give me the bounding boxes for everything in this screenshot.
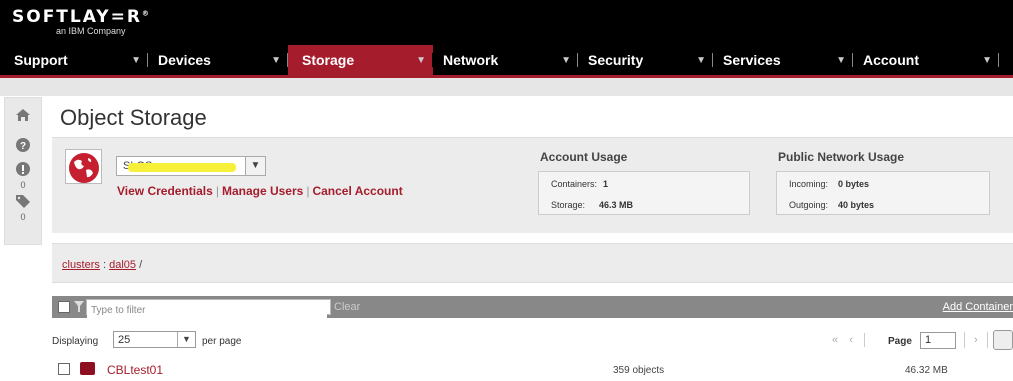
incoming-value: 0 bytes [838,179,870,189]
filter-toolbar: Clear Add Container [52,296,1013,318]
outgoing-label: Outgoing: [789,200,829,210]
storage-row: Storage: 46.3 MB [551,200,633,210]
page-label: Page [888,336,912,347]
outgoing-value: 40 bytes [838,200,875,210]
alerts-icon[interactable]: 0 [5,162,41,190]
pager-divider [863,333,865,347]
incoming-label: Incoming: [789,179,829,189]
table-row[interactable]: CBLtest01 359 objects 46.32 MB [52,360,1013,381]
per-page-label: per page [202,336,242,347]
softlayer-logo[interactable]: SOFTLAY=R® [12,7,149,27]
incoming-row: Incoming: 0 bytes [789,179,869,189]
breadcrumb-separator: : [102,259,107,271]
nav-storage-label: Storage [302,52,355,68]
nav-services-label: Services [723,52,781,68]
tags-icon[interactable]: 0 [5,194,41,222]
pager-divider [987,332,988,348]
select-all-checkbox[interactable] [58,301,70,313]
nav-account-label: Account [863,52,919,68]
main-nav: Support ▼ Devices ▼ Storage ▼ Network ▼ … [0,45,1013,75]
chevron-down-icon[interactable]: ▼ [271,45,288,75]
account-usage-heading: Account Usage [540,150,628,164]
chevron-down-icon[interactable]: ▼ [177,332,195,347]
alerts-count: 0 [20,180,26,190]
logo-tagline: an IBM Company [56,26,126,36]
row-checkbox[interactable] [58,363,70,375]
first-page-icon[interactable]: « [832,334,838,346]
container-object-count: 359 objects [613,365,665,376]
nav-security[interactable]: Security ▼ [578,45,713,75]
nav-account[interactable]: Account ▼ [853,45,1003,75]
add-container-link[interactable]: Add Container [943,301,1013,313]
chevron-down-icon[interactable]: ▼ [561,45,578,75]
nav-security-label: Security [588,52,644,68]
subheader-bar [0,78,1013,96]
account-links: View Credentials | Manage Users | Cancel Acc… [117,184,403,198]
left-quick-bar: ? 0 0 [4,97,42,245]
top-header: SOFTLAY=R® an IBM Company Support ▼ Devi… [0,0,1013,75]
cancel-account-link[interactable]: Cancel Account [312,184,402,198]
svg-text:?: ? [20,141,26,152]
chevron-down-icon[interactable]: ▼ [245,157,265,175]
pager-divider [964,332,965,348]
container-icon [80,362,95,375]
prev-page-icon[interactable]: ‹ [849,334,853,346]
nav-devices[interactable]: Devices ▼ [148,45,288,75]
breadcrumb-clusters[interactable]: clusters [62,259,100,271]
nav-support[interactable]: Support ▼ [0,45,148,75]
container-name-link[interactable]: CBLtest01 [107,363,163,377]
help-icon[interactable]: ? [5,138,41,157]
breadcrumb-path: clusters : dal05 / [62,259,142,271]
displaying-label: Displaying [52,336,99,347]
nav-services[interactable]: Services ▼ [713,45,853,75]
page-number-input[interactable]: 1 [920,332,956,349]
network-usage-box: Incoming: 0 bytes Outgoing: 40 bytes [776,171,990,215]
nav-devices-label: Devices [158,52,211,68]
containers-value: 1 [603,179,609,189]
tags-count: 0 [20,212,26,222]
chevron-down-icon[interactable]: ▼ [416,45,433,75]
nav-network[interactable]: Network ▼ [433,45,578,75]
nav-support-label: Support [14,52,68,68]
pagination-bar: Displaying 25 ▼ per page « ‹ Page 1 › [52,328,1013,354]
nav-storage[interactable]: Storage ▼ [288,45,433,75]
chevron-down-icon[interactable]: ▼ [696,45,713,75]
view-credentials-link[interactable]: View Credentials [117,184,213,198]
containers-label: Containers: [551,179,598,189]
nav-network-label: Network [443,52,499,68]
account-panel: SLOS ▼ View Credentials|Manage Users|Can… [52,137,1013,233]
breadcrumb-location[interactable]: dal05 [109,259,136,271]
account-usage-box: Containers: 1 Storage: 46.3 MB [538,171,750,215]
redaction-highlight [128,163,236,172]
chevron-down-icon[interactable]: ▼ [131,45,148,75]
manage-users-link[interactable]: Manage Users [222,184,303,198]
globe-icon [65,149,102,184]
per-page-value: 25 [118,334,131,346]
storage-value: 46.3 MB [599,200,634,210]
filter-icon [74,300,84,318]
page-title: Object Storage [60,105,207,130]
network-usage-heading: Public Network Usage [778,150,905,164]
breadcrumb: clusters : dal05 / [52,243,1013,283]
clear-filter-button[interactable]: Clear [334,301,360,313]
container-size: 46.32 MB [905,365,948,376]
refresh-icon[interactable] [993,330,1013,350]
outgoing-row: Outgoing: 40 bytes [789,200,874,210]
storage-label: Storage: [551,200,586,210]
per-page-select[interactable]: 25 ▼ [113,331,196,348]
chevron-down-icon[interactable]: ▼ [836,45,853,75]
chevron-down-icon[interactable]: ▼ [982,45,999,75]
home-icon[interactable] [5,108,41,127]
pager-controls: « ‹ [832,333,865,350]
filter-input-wrap [86,299,331,318]
containers-row: Containers: 1 [551,179,608,189]
filter-input[interactable] [87,303,327,318]
next-page-icon[interactable]: › [974,334,978,346]
breadcrumb-tail: / [139,259,143,271]
